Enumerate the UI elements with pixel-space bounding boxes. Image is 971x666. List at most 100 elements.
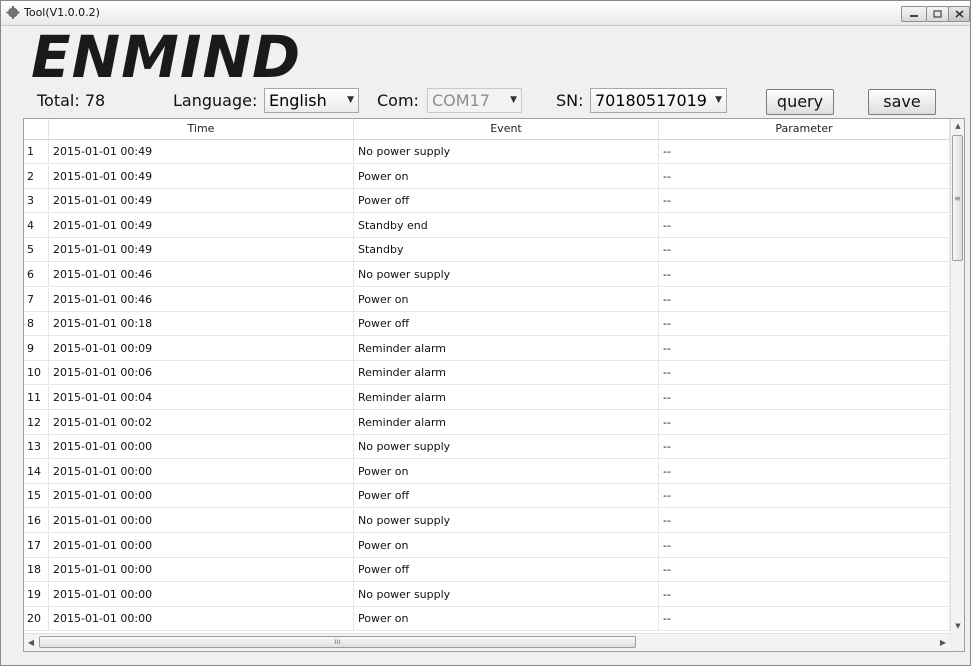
cell-time: 2015-01-01 00:00 xyxy=(49,509,354,532)
cell-parameter: -- xyxy=(659,459,950,483)
table-row[interactable]: 13 2015-01-01 00:00 No power supply -- xyxy=(24,435,950,460)
language-label: Language: xyxy=(173,91,258,110)
scroll-left-icon[interactable]: ◀ xyxy=(24,634,38,651)
row-number: 9 xyxy=(24,336,49,360)
cell-time: 2015-01-01 00:00 xyxy=(49,459,354,483)
row-number: 3 xyxy=(24,189,49,213)
table-row[interactable]: 3 2015-01-01 00:49 Power off -- xyxy=(24,189,950,214)
table-row[interactable]: 20 2015-01-01 00:00 Power on -- xyxy=(24,607,950,632)
query-button[interactable]: query xyxy=(766,89,834,115)
table-row[interactable]: 19 2015-01-01 00:00 No power supply -- xyxy=(24,582,950,607)
table-row[interactable]: 10 2015-01-01 00:06 Reminder alarm -- xyxy=(24,361,950,386)
cell-parameter: -- xyxy=(659,238,950,262)
cell-time: 2015-01-01 00:49 xyxy=(49,213,354,237)
scroll-right-icon[interactable]: ▶ xyxy=(936,634,950,651)
row-number: 16 xyxy=(24,509,49,532)
cell-time: 2015-01-01 00:00 xyxy=(49,582,354,606)
table-row[interactable]: 11 2015-01-01 00:04 Reminder alarm -- xyxy=(24,386,950,410)
cell-parameter: -- xyxy=(659,484,950,508)
cell-parameter: -- xyxy=(659,386,950,409)
column-header-parameter[interactable]: Parameter xyxy=(659,119,950,139)
table-row[interactable]: 14 2015-01-01 00:00 Power on -- xyxy=(24,459,950,484)
vertical-scrollbar[interactable]: ▲ ≡ ▼ xyxy=(950,119,964,633)
cell-event: Reminder alarm xyxy=(354,361,659,385)
table-row[interactable]: 18 2015-01-01 00:00 Power off -- xyxy=(24,558,950,583)
cell-event: No power supply xyxy=(354,582,659,606)
row-number: 12 xyxy=(24,410,49,434)
cell-time: 2015-01-01 00:00 xyxy=(49,484,354,508)
table-row[interactable]: 4 2015-01-01 00:49 Standby end -- xyxy=(24,213,950,238)
cell-event: Power on xyxy=(354,287,659,311)
chevron-down-icon: ▼ xyxy=(347,95,354,105)
row-number: 19 xyxy=(24,582,49,606)
minimize-button[interactable] xyxy=(901,6,927,22)
language-value: English xyxy=(269,91,327,110)
maximize-icon xyxy=(933,10,942,18)
row-number: 6 xyxy=(24,263,49,286)
maximize-button[interactable] xyxy=(926,6,949,22)
table-row[interactable]: 12 2015-01-01 00:02 Reminder alarm -- xyxy=(24,410,950,435)
sn-value: 70180517019 xyxy=(595,91,707,110)
sn-select[interactable]: 70180517019 ▼ xyxy=(590,88,727,113)
cell-time: 2015-01-01 00:49 xyxy=(49,140,354,163)
cell-parameter: -- xyxy=(659,336,950,360)
table-row[interactable]: 16 2015-01-01 00:00 No power supply -- xyxy=(24,509,950,533)
table-row[interactable]: 8 2015-01-01 00:18 Power off -- xyxy=(24,312,950,337)
com-port-select[interactable]: COM17 ▼ xyxy=(427,88,522,113)
cell-event: Power on xyxy=(354,533,659,557)
cell-parameter: -- xyxy=(659,164,950,188)
row-number: 14 xyxy=(24,459,49,483)
cell-time: 2015-01-01 00:18 xyxy=(49,312,354,336)
row-number: 18 xyxy=(24,558,49,582)
close-button[interactable] xyxy=(948,6,970,22)
cell-event: No power supply xyxy=(354,435,659,459)
table-row[interactable]: 17 2015-01-01 00:00 Power on -- xyxy=(24,533,950,558)
cell-event: Standby end xyxy=(354,213,659,237)
cell-event: Standby xyxy=(354,238,659,262)
row-number: 7 xyxy=(24,287,49,311)
column-header-event[interactable]: Event xyxy=(354,119,659,139)
table-row[interactable]: 5 2015-01-01 00:49 Standby -- xyxy=(24,238,950,263)
cell-time: 2015-01-01 00:00 xyxy=(49,558,354,582)
horizontal-scroll-thumb[interactable]: ııı xyxy=(39,636,636,648)
cell-parameter: -- xyxy=(659,410,950,434)
gear-icon xyxy=(6,6,20,19)
table-row[interactable]: 7 2015-01-01 00:46 Power on -- xyxy=(24,287,950,312)
table-row[interactable]: 1 2015-01-01 00:49 No power supply -- xyxy=(24,140,950,164)
minimize-icon xyxy=(910,15,918,17)
table-row[interactable]: 6 2015-01-01 00:46 No power supply -- xyxy=(24,263,950,287)
row-number: 15 xyxy=(24,484,49,508)
vertical-scroll-thumb[interactable]: ≡ xyxy=(952,135,963,261)
chevron-down-icon: ▼ xyxy=(715,95,722,105)
cell-parameter: -- xyxy=(659,558,950,582)
cell-time: 2015-01-01 00:02 xyxy=(49,410,354,434)
row-number: 10 xyxy=(24,361,49,385)
horizontal-scrollbar[interactable]: ◀ ııı ▶ xyxy=(24,633,950,651)
row-number: 8 xyxy=(24,312,49,336)
row-number: 17 xyxy=(24,533,49,557)
com-value: COM17 xyxy=(432,91,490,110)
cell-time: 2015-01-01 00:09 xyxy=(49,336,354,360)
cell-parameter: -- xyxy=(659,361,950,385)
sn-label: SN: xyxy=(556,91,584,110)
table-row[interactable]: 15 2015-01-01 00:00 Power off -- xyxy=(24,484,950,509)
table-row[interactable]: 9 2015-01-01 00:09 Reminder alarm -- xyxy=(24,336,950,361)
cell-time: 2015-01-01 00:46 xyxy=(49,287,354,311)
cell-time: 2015-01-01 00:06 xyxy=(49,361,354,385)
row-number: 2 xyxy=(24,164,49,188)
row-number-header xyxy=(24,119,49,139)
row-number: 5 xyxy=(24,238,49,262)
cell-event: No power supply xyxy=(354,509,659,532)
cell-event: Reminder alarm xyxy=(354,336,659,360)
table-header: Time Event Parameter xyxy=(24,119,950,140)
event-table: Time Event Parameter 1 2015-01-01 00:49 No… xyxy=(23,118,965,652)
scroll-up-icon[interactable]: ▲ xyxy=(951,119,964,133)
language-select[interactable]: English ▼ xyxy=(264,88,359,113)
cell-time: 2015-01-01 00:49 xyxy=(49,189,354,213)
cell-event: Power off xyxy=(354,558,659,582)
table-row[interactable]: 2 2015-01-01 00:49 Power on -- xyxy=(24,164,950,189)
cell-time: 2015-01-01 00:00 xyxy=(49,607,354,631)
scroll-down-icon[interactable]: ▼ xyxy=(951,619,964,633)
save-button[interactable]: save xyxy=(868,89,936,115)
column-header-time[interactable]: Time xyxy=(49,119,354,139)
